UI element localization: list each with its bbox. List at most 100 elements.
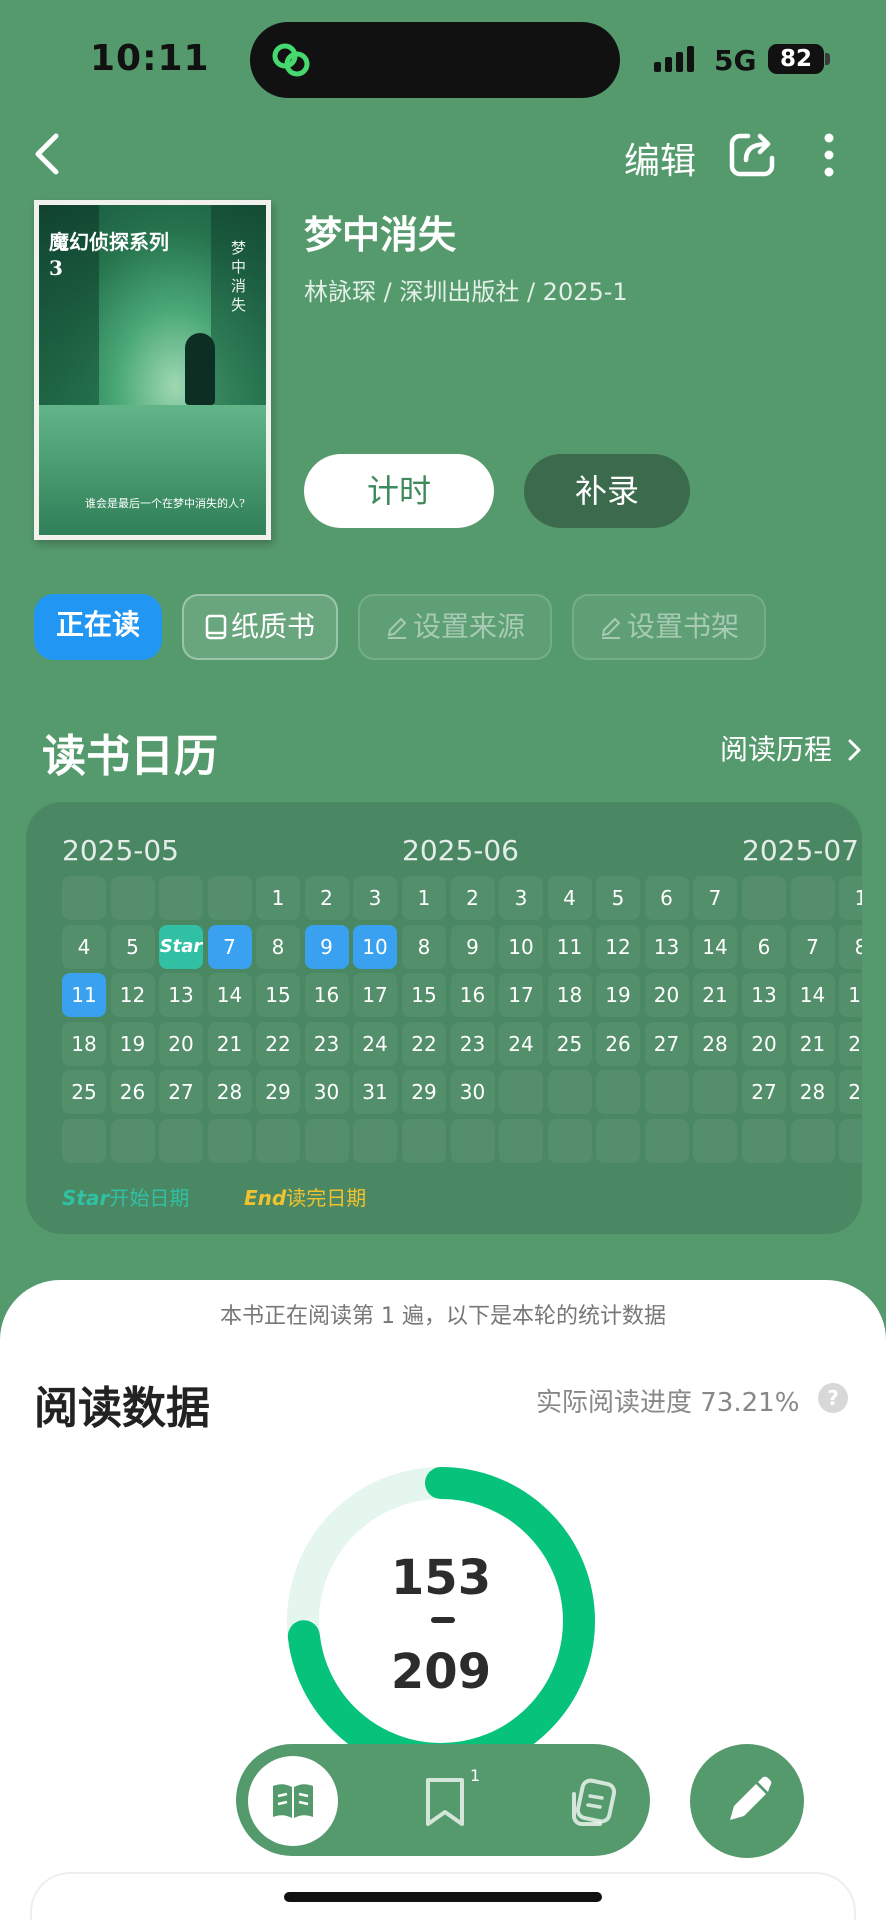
calendar-day[interactable]: 29: [839, 1070, 862, 1114]
calendar-day[interactable]: 8: [402, 924, 446, 969]
set-shelf-label: 设置书架: [626, 610, 739, 643]
calendar-day[interactable]: 15: [402, 973, 446, 1017]
calendar-day[interactable]: 14: [693, 924, 737, 969]
calendar-day[interactable]: 11: [62, 973, 106, 1017]
help-icon[interactable]: ?: [818, 1383, 848, 1413]
calendar-day[interactable]: 18: [62, 1021, 106, 1066]
calendar-day[interactable]: 27: [644, 1021, 689, 1066]
calendar-day[interactable]: 14: [207, 973, 252, 1017]
calendar-day[interactable]: 23: [304, 1021, 349, 1066]
calendar-day[interactable]: 24: [353, 1021, 397, 1066]
notes-icon[interactable]: [566, 1774, 620, 1830]
edit-button[interactable]: 编辑: [624, 132, 696, 184]
calendar-day[interactable]: 22: [839, 1021, 862, 1066]
calendar-day[interactable]: 14: [790, 973, 835, 1017]
calendar-day[interactable]: 16: [450, 973, 495, 1017]
calendar-day[interactable]: 10: [499, 924, 543, 969]
write-note-button[interactable]: [690, 1744, 804, 1858]
calendar-day[interactable]: 28: [790, 1070, 835, 1114]
calendar-empty-cell: [693, 1118, 737, 1163]
calendar-day[interactable]: 12: [110, 973, 155, 1017]
calendar-day[interactable]: 21: [790, 1021, 835, 1066]
calendar-day[interactable]: 7: [693, 876, 737, 920]
calendar-day[interactable]: 17: [353, 973, 397, 1017]
calendar-day[interactable]: 22: [256, 1021, 300, 1066]
calendar-day[interactable]: 19: [110, 1021, 155, 1066]
calendar-day[interactable]: 29: [402, 1070, 446, 1114]
calendar-day[interactable]: 5: [596, 876, 640, 920]
calendar-day[interactable]: 30: [450, 1070, 495, 1114]
calendar-day[interactable]: 9: [450, 924, 495, 969]
calendar-day[interactable]: 22: [402, 1021, 446, 1066]
calendar-empty-cell: [547, 1118, 592, 1163]
calendar-day[interactable]: 7: [790, 924, 835, 969]
share-icon[interactable]: [728, 130, 776, 178]
calendar-day[interactable]: 16: [304, 973, 349, 1017]
calendar-day[interactable]: 21: [693, 973, 737, 1017]
calendar-day[interactable]: 11: [547, 924, 592, 969]
book-cover[interactable]: 魔幻侦探系列3 梦中消失 谁会是最后一个在梦中消失的人?: [34, 200, 271, 540]
set-shelf-chip[interactable]: 设置书架: [572, 594, 766, 660]
calendar-day[interactable]: 7: [207, 924, 252, 969]
calendar-day[interactable]: 27: [742, 1070, 786, 1114]
calendar-day[interactable]: 30: [304, 1070, 349, 1114]
calendar-day[interactable]: 9: [304, 924, 349, 969]
calendar-day[interactable]: 20: [159, 1021, 203, 1066]
cover-subtitle: 梦中消失: [231, 239, 247, 314]
calendar-day[interactable]: 4: [547, 876, 592, 920]
set-source-label: 设置来源: [412, 610, 525, 643]
calendar-day[interactable]: 28: [207, 1070, 252, 1114]
calendar-day[interactable]: 24: [499, 1021, 543, 1066]
calendar-day[interactable]: 18: [547, 973, 592, 1017]
calendar-day[interactable]: 2: [304, 876, 349, 920]
calendar-day[interactable]: 2: [450, 876, 495, 920]
calendar-day[interactable]: 31: [353, 1070, 397, 1114]
calendar-day[interactable]: 1: [256, 876, 300, 920]
month-label-july: 2025-07: [742, 834, 859, 867]
calendar-day[interactable]: 26: [110, 1070, 155, 1114]
supplement-button[interactable]: 补录: [524, 454, 690, 528]
back-icon[interactable]: [28, 130, 68, 178]
calendar-day[interactable]: 27: [159, 1070, 203, 1114]
calendar-day[interactable]: 13: [644, 924, 689, 969]
calendar-day[interactable]: 1: [402, 876, 446, 920]
calendar-day[interactable]: 3: [353, 876, 397, 920]
calendar-day[interactable]: 21: [207, 1021, 252, 1066]
calendar-day[interactable]: 13: [742, 973, 786, 1017]
calendar-day[interactable]: 4: [62, 924, 106, 969]
timer-button[interactable]: 计时: [304, 454, 494, 528]
calendar-day[interactable]: 6: [742, 924, 786, 969]
calendar-day[interactable]: 15: [839, 973, 862, 1017]
tab-book-info[interactable]: [248, 1756, 338, 1846]
calendar-day[interactable]: 20: [742, 1021, 786, 1066]
calendar-day[interactable]: 25: [62, 1070, 106, 1114]
calendar-day[interactable]: 25: [547, 1021, 592, 1066]
calendar-day[interactable]: 3: [499, 876, 543, 920]
book-title: 梦中消失: [304, 213, 457, 257]
calendar-day[interactable]: 20: [644, 973, 689, 1017]
bookmark-icon[interactable]: [420, 1774, 470, 1830]
calendar-day[interactable]: 13: [159, 973, 203, 1017]
calendar-day[interactable]: 15: [256, 973, 300, 1017]
calendar-day[interactable]: 6: [644, 876, 689, 920]
month-label-may: 2025-05: [62, 834, 179, 867]
calendar-day[interactable]: 12: [596, 924, 640, 969]
calendar-day[interactable]: 8: [256, 924, 300, 969]
calendar-day[interactable]: 8: [839, 924, 862, 969]
calendar-day[interactable]: 19: [596, 973, 640, 1017]
calendar-day[interactable]: 10: [353, 924, 397, 969]
calendar-day[interactable]: 5: [110, 924, 155, 969]
calendar-day[interactable]: 17: [499, 973, 543, 1017]
reading-history-link[interactable]: 阅读历程: [720, 728, 863, 768]
calendar-day[interactable]: 26: [596, 1021, 640, 1066]
calendar-day[interactable]: 23: [450, 1021, 495, 1066]
status-chip-reading[interactable]: 正在读: [34, 594, 162, 660]
set-source-chip[interactable]: 设置来源: [358, 594, 552, 660]
calendar-day[interactable]: Star: [159, 924, 203, 969]
calendar-day[interactable]: 28: [693, 1021, 737, 1066]
legend-end: End读完日期: [244, 1182, 366, 1211]
more-icon[interactable]: [812, 132, 846, 178]
calendar-day[interactable]: 29: [256, 1070, 300, 1114]
format-chip-paper[interactable]: 纸质书: [182, 594, 338, 660]
calendar-day[interactable]: 1: [839, 876, 862, 920]
